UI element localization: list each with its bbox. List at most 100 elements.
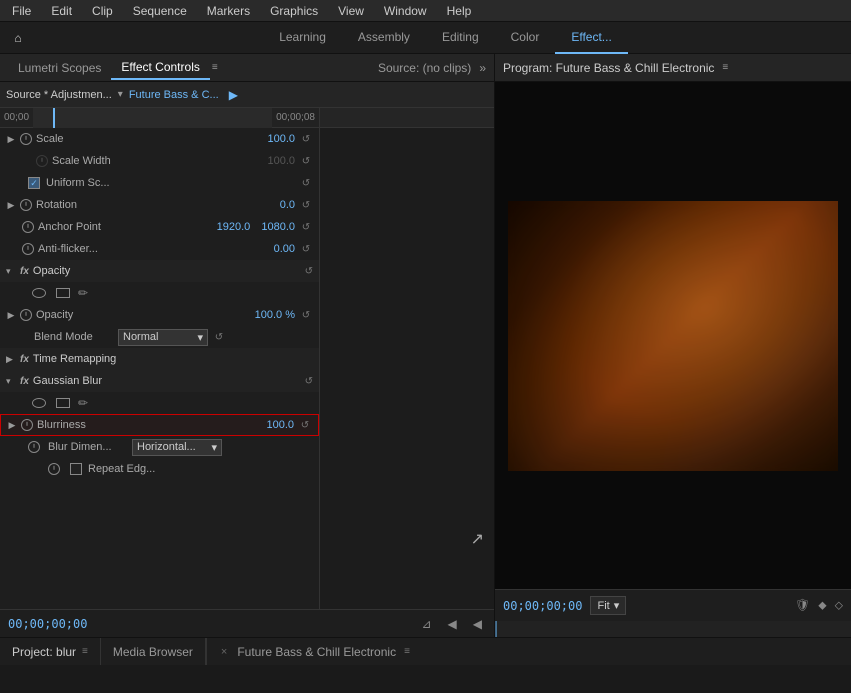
split-btn[interactable]: ⬦ [835, 598, 843, 613]
menu-help[interactable]: Help [443, 2, 476, 20]
audio-btn[interactable]: ⬥ [818, 598, 826, 613]
properties-panel: 00;00 00;00;08 ▶ Scale 100.0 ↺ [0, 108, 320, 609]
rotation-reset[interactable]: ↺ [299, 198, 313, 212]
time-remapping-expand[interactable]: ▶ [6, 354, 16, 365]
program-timeline-scrubber[interactable] [495, 621, 851, 637]
expand-button[interactable]: » [479, 61, 486, 75]
gaussian-label: Gaussian Blur [33, 375, 301, 387]
blurriness-value[interactable]: 100.0 [266, 419, 294, 431]
scale-value[interactable]: 100.0 [267, 133, 295, 145]
panel-menu-icon[interactable]: ≡ [212, 62, 218, 73]
timeline-menu-icon[interactable]: ≡ [404, 646, 410, 657]
opacity-value[interactable]: 100.0 % [255, 309, 295, 321]
filter-button[interactable]: ⊿ [417, 615, 435, 633]
anchor-value1[interactable]: 1920.0 [217, 221, 251, 233]
menu-sequence[interactable]: Sequence [129, 2, 191, 20]
anti-flicker-value[interactable]: 0.00 [274, 243, 295, 255]
timeline-close-btn[interactable]: × [219, 644, 229, 660]
tab-effects[interactable]: Effect... [555, 22, 627, 54]
menu-markers[interactable]: Markers [203, 2, 254, 20]
menu-view[interactable]: View [334, 2, 368, 20]
program-bottom: 00;00;00;00 Fit ▾ 🛡 ⬥ ⬦ [495, 589, 851, 621]
opacity-reset[interactable]: ↺ [299, 308, 313, 322]
menu-edit[interactable]: Edit [47, 2, 76, 20]
gaussian-blur-section: ▾ fx Gaussian Blur ↺ [0, 370, 319, 392]
blurriness-reset[interactable]: ↺ [298, 418, 312, 432]
rotation-stopwatch[interactable] [20, 199, 32, 211]
project-tab[interactable]: Project: blur ≡ [0, 638, 101, 665]
tab-learning[interactable]: Learning [263, 22, 342, 54]
blur-dim-dropdown[interactable]: Horizontal... ▾ [132, 439, 222, 456]
tab-lumetri-scopes[interactable]: Lumetri Scopes [8, 57, 111, 79]
bottom-panels: Project: blur ≡ Media Browser × Future B… [0, 637, 851, 665]
blur-effect-overlay [508, 201, 838, 471]
time-remapping-label: Time Remapping [33, 353, 313, 365]
rect-shape-icon [56, 288, 70, 298]
gaussian-tools: ✏ [0, 392, 319, 414]
anchor-value2[interactable]: 1080.0 [261, 221, 295, 233]
blend-mode-reset[interactable]: ↺ [212, 330, 226, 344]
blend-mode-label: Blend Mode [34, 331, 114, 343]
scale-width-stopwatch[interactable] [36, 155, 48, 167]
menu-window[interactable]: Window [380, 2, 431, 20]
menu-clip[interactable]: Clip [88, 2, 117, 20]
blur-dim-stopwatch[interactable] [28, 441, 40, 453]
menu-file[interactable]: File [8, 2, 35, 20]
scale-stopwatch[interactable] [20, 133, 32, 145]
project-menu-icon[interactable]: ≡ [82, 646, 88, 657]
anchor-stopwatch[interactable] [22, 221, 34, 233]
opacity-section-reset[interactable]: ↺ [305, 266, 313, 277]
opacity-expand[interactable]: ▾ [6, 266, 16, 277]
tab-color[interactable]: Color [495, 22, 556, 54]
repeat-edge-checkbox[interactable] [70, 463, 82, 475]
anti-flicker-reset[interactable]: ↺ [299, 242, 313, 256]
rotation-expand[interactable]: ▶ [6, 200, 16, 210]
uniform-scale-checkbox[interactable] [28, 177, 40, 189]
rotation-value[interactable]: 0.0 [280, 199, 295, 211]
uniform-scale-reset[interactable]: ↺ [299, 176, 313, 190]
anchor-reset[interactable]: ↺ [299, 220, 313, 234]
opacity-stopwatch[interactable] [20, 309, 32, 321]
scale-reset[interactable]: ↺ [299, 132, 313, 146]
blurriness-stopwatch[interactable] [21, 419, 33, 431]
repeat-edge-stopwatch[interactable] [48, 463, 60, 475]
pen-tool[interactable]: ✏ [78, 286, 88, 300]
gaussian-pen-tool[interactable]: ✏ [78, 396, 88, 410]
tab-effect-controls[interactable]: Effect Controls [111, 56, 209, 80]
prop-scale-width: Scale Width 100.0 ↺ [0, 150, 319, 172]
gaussian-reset[interactable]: ↺ [305, 376, 313, 387]
tab-assembly[interactable]: Assembly [342, 22, 426, 54]
ellipse-tool[interactable] [30, 286, 48, 300]
home-button[interactable]: ⌂ [4, 24, 32, 52]
blend-mode-dropdown[interactable]: Normal ▾ [118, 329, 208, 346]
anti-flicker-stopwatch[interactable] [22, 243, 34, 255]
prop-blur-dimensions: Blur Dimen... Horizontal... ▾ [0, 436, 319, 458]
next-keyframe-button[interactable]: ◀ [469, 615, 486, 633]
source-clip-name[interactable]: Future Bass & C... [129, 89, 219, 101]
prop-uniform-scale: Uniform Sc... ↺ [0, 172, 319, 194]
tab-editing[interactable]: Editing [426, 22, 495, 54]
scale-expand[interactable]: ▶ [6, 134, 16, 144]
program-menu-icon[interactable]: ≡ [722, 62, 728, 73]
source-row: Source * Adjustmen... ▾ Future Bass & C.… [0, 82, 494, 108]
prev-keyframe-button[interactable]: ◀ [444, 615, 461, 633]
shield-btn[interactable]: 🛡 [795, 598, 810, 613]
blurriness-expand[interactable]: ▶ [7, 420, 17, 430]
menu-graphics[interactable]: Graphics [266, 2, 322, 20]
timeline-ruler[interactable] [33, 108, 272, 128]
panel-header: Lumetri Scopes Effect Controls ≡ Source:… [0, 54, 494, 82]
opacity-value-expand[interactable]: ▶ [6, 310, 16, 320]
source-dropdown-chevron[interactable]: ▾ [118, 89, 123, 100]
ec-bottom-controls: ⊿ ◀ ◀ [417, 615, 486, 633]
rect-tool[interactable] [54, 286, 72, 300]
media-browser-tab[interactable]: Media Browser [101, 638, 206, 665]
blend-mode-value: Normal [123, 331, 158, 343]
gaussian-ellipse-tool[interactable] [30, 396, 48, 410]
source-dropdown-label[interactable]: Source * Adjustmen... [6, 89, 112, 101]
scale-width-reset[interactable]: ↺ [299, 154, 313, 168]
fit-dropdown[interactable]: Fit ▾ [590, 596, 626, 615]
source-play-button[interactable]: ▶ [229, 88, 238, 102]
gaussian-expand[interactable]: ▾ [6, 376, 16, 387]
playhead [53, 108, 55, 128]
gaussian-rect-tool[interactable] [54, 396, 72, 410]
